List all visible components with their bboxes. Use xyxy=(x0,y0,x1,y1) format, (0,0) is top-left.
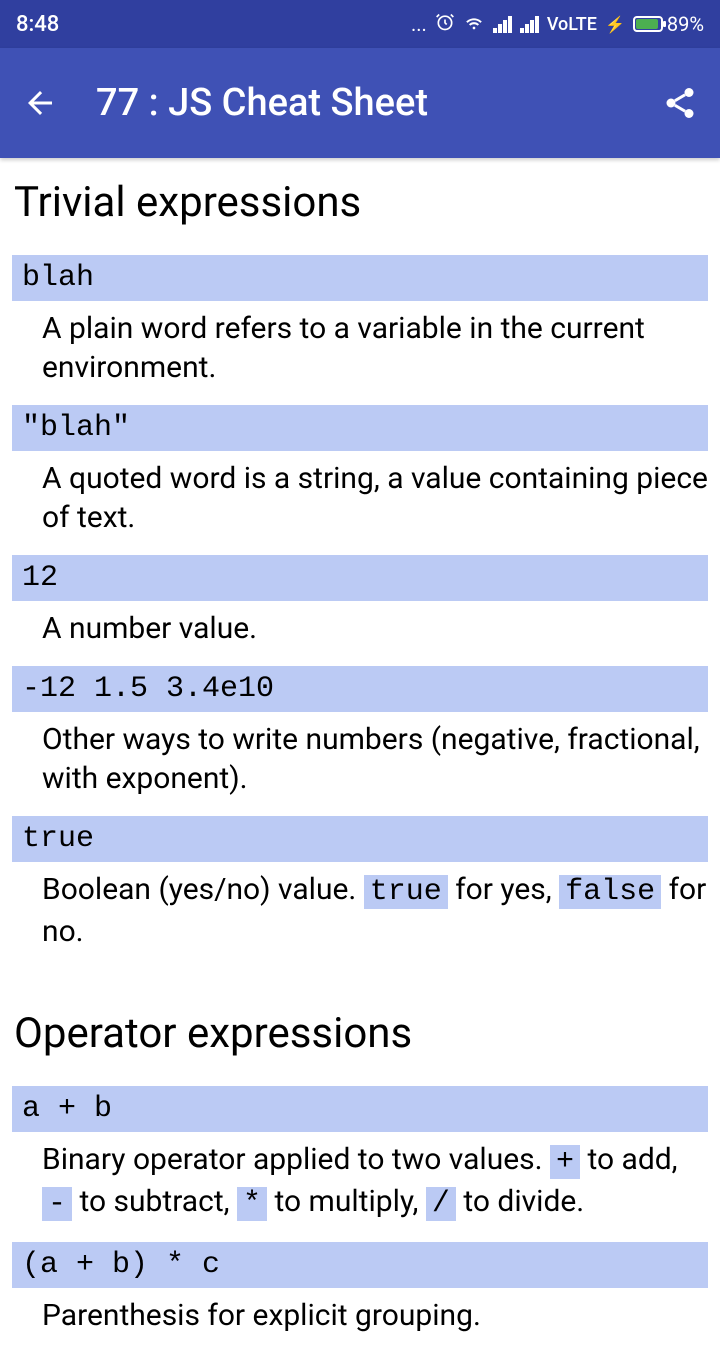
battery: 89% xyxy=(633,12,704,36)
dots-icon: ... xyxy=(411,12,427,36)
wifi-icon xyxy=(463,11,485,38)
description: Boolean (yes/no) value. true for yes, fa… xyxy=(12,864,708,969)
bolt-icon: ⚡ xyxy=(605,15,625,34)
app-bar: 77 : JS Cheat Sheet xyxy=(0,48,720,158)
section-title: Operator expressions xyxy=(12,1009,708,1058)
description: Binary operator applied to two values. +… xyxy=(12,1134,708,1242)
signal-icon-1 xyxy=(493,15,512,33)
code-header: a + b xyxy=(12,1086,708,1132)
description: Other ways to write numbers (negative, f… xyxy=(12,714,708,816)
inline-code: + xyxy=(550,1145,580,1179)
alarm-icon xyxy=(435,12,455,37)
code-header: "blah" xyxy=(12,405,708,451)
inline-code: true xyxy=(364,875,448,909)
inline-code: false xyxy=(559,875,661,909)
code-header: true xyxy=(12,816,708,862)
signal-icon-2 xyxy=(520,15,539,33)
description: A plain word refers to a variable in the… xyxy=(12,303,708,405)
status-right: ... VoLTE ⚡ 89% xyxy=(411,11,704,38)
inline-code: - xyxy=(42,1187,72,1221)
status-bar: 8:48 ... VoLTE ⚡ 89% xyxy=(0,0,720,48)
code-header: -12 1.5 3.4e10 xyxy=(12,666,708,712)
share-button[interactable] xyxy=(660,85,700,121)
code-header: 12 xyxy=(12,555,708,601)
description: Parenthesis for explicit grouping. xyxy=(12,1290,708,1353)
volte-label: VoLTE xyxy=(547,14,597,35)
code-header: blah xyxy=(12,255,708,301)
back-button[interactable] xyxy=(20,85,60,121)
battery-icon xyxy=(633,16,663,32)
status-time: 8:48 xyxy=(16,12,59,37)
content[interactable]: Trivial expressions blahA plain word refe… xyxy=(0,158,720,1367)
section-title: Trivial expressions xyxy=(12,178,708,227)
inline-code: * xyxy=(237,1187,267,1221)
description: A number value. xyxy=(12,603,708,666)
page-title: 77 : JS Cheat Sheet xyxy=(96,81,660,125)
inline-code: / xyxy=(426,1187,456,1221)
description: A quoted word is a string, a value conta… xyxy=(12,453,708,555)
code-header: (a + b) * c xyxy=(12,1242,708,1288)
battery-percent: 89% xyxy=(667,12,704,36)
